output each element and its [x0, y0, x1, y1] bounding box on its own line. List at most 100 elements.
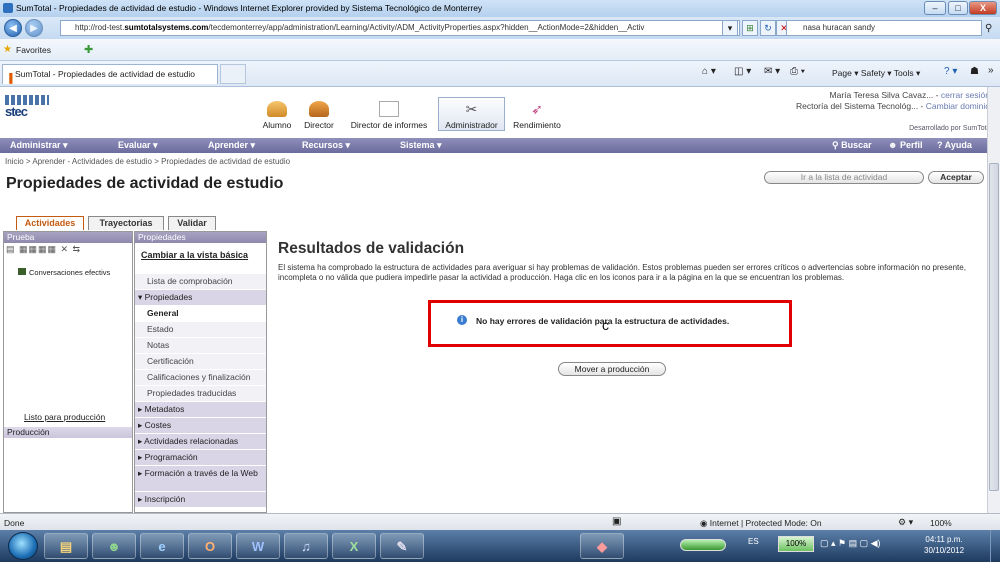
research-icon[interactable]: ☗	[970, 66, 979, 77]
tab-validar[interactable]: Validar	[168, 216, 216, 230]
page-scrollbar[interactable]	[987, 87, 1000, 513]
scrollbar-thumb[interactable]	[989, 163, 999, 491]
close-button[interactable]: X	[969, 1, 997, 15]
new-tab-button[interactable]	[220, 64, 246, 84]
compat-view-icon[interactable]: ⊞	[742, 20, 758, 36]
help-icon[interactable]: ? ▾	[944, 66, 957, 77]
user-info: María Teresa Silva Cavaz... - cerrar ses…	[795, 90, 990, 111]
menu-evaluar[interactable]: Evaluar ▾	[118, 140, 158, 151]
minimize-button[interactable]: –	[924, 1, 946, 15]
explorer-taskbar-icon[interactable]: ▤	[44, 533, 88, 559]
nav-rendimiento[interactable]: ➶ Rendimiento	[508, 101, 566, 130]
url-domain: sumtotalsystems.com	[124, 23, 209, 32]
breadcrumb[interactable]: Inicio > Aprender - Actividades de estud…	[5, 157, 290, 166]
menu-recursos[interactable]: Recursos ▾	[302, 140, 350, 151]
refresh-icon[interactable]: ↻	[760, 20, 776, 36]
ie-taskbar-icon[interactable]: e	[140, 533, 184, 559]
word-taskbar-icon[interactable]: W	[236, 533, 280, 559]
tray-icons[interactable]: ▢ ▴ ⚑ ▤ ▢ ◀)	[820, 538, 881, 549]
org-name: Rectoría del Sistema Tecnológ...	[795, 101, 919, 111]
security-zone[interactable]: ◉ Internet | Protected Mode: On	[700, 518, 822, 529]
nav-director-label: Director	[304, 120, 334, 130]
app-taskbar-icon[interactable]: ◆	[580, 533, 624, 559]
logout-link[interactable]: cerrar sesión	[941, 90, 990, 100]
report-icon	[379, 101, 399, 117]
chevron-more-icon[interactable]: »	[988, 65, 994, 76]
switch-basic-view-link[interactable]: Cambiar a la vista básica	[141, 250, 248, 260]
menu-administrar[interactable]: Administrar ▾	[10, 140, 68, 151]
media-taskbar-icon[interactable]: ♫	[284, 533, 328, 559]
show-desktop-button[interactable]	[990, 530, 1000, 562]
test-header: Prueba	[4, 232, 132, 243]
help-link[interactable]: ? Ayuda	[937, 140, 972, 150]
feeds-icon[interactable]: ◫ ▾	[734, 66, 751, 77]
person-icon: ☻	[888, 140, 898, 150]
go-to-list-button[interactable]: Ir a la lista de actividad	[764, 171, 924, 184]
properties-item[interactable]: Estado	[135, 322, 266, 338]
language-indicator[interactable]: ES	[748, 537, 759, 546]
system-clock[interactable]: 04:11 p.m. 30/10/2012	[924, 534, 964, 556]
command-menus[interactable]: Page ▾ Safety ▾ Tools ▾	[832, 68, 920, 79]
favorites-button[interactable]: Favorites	[16, 45, 51, 55]
search-input[interactable]: nasa huracan sandy	[786, 20, 982, 36]
forward-arrow-icon[interactable]: ▶	[25, 19, 43, 37]
properties-item[interactable]: ▸ Metadatos	[135, 402, 266, 418]
outlook-taskbar-icon[interactable]: O	[188, 533, 232, 559]
nav-alumno[interactable]: Alumno	[258, 101, 296, 130]
protected-mode-icon[interactable]: ⚙ ▾	[898, 517, 913, 528]
properties-item[interactable]: ▸ Actividades relacionadas	[135, 434, 266, 450]
properties-item[interactable]: Propiedades traducidas	[135, 386, 266, 402]
home-icon[interactable]: ⌂ ▾	[702, 66, 716, 77]
director-icon	[309, 101, 329, 117]
menu-aprender[interactable]: Aprender ▾	[208, 140, 255, 151]
battery-indicator[interactable]: 100%	[778, 536, 814, 552]
properties-item[interactable]: ▸ Costes	[135, 418, 266, 434]
tree-item[interactable]: Conversaciones efectivs	[18, 268, 110, 277]
ready-for-production-link[interactable]: Listo para producción	[24, 412, 105, 422]
windows-taskbar: ▤ ☻ e O W ♫ X ✎ ◆ ES 100% ▢ ▴ ⚑ ▤ ▢ ◀) 0…	[0, 530, 1000, 562]
address-input[interactable]: http://rod-test.sumtotalsystems.com/tecd…	[60, 20, 740, 36]
accept-button[interactable]: Aceptar	[928, 171, 984, 184]
nav-admin-label: Administrador	[445, 120, 498, 130]
main-menu-bar: Administrar ▾ Evaluar ▾ Aprender ▾ Recur…	[0, 138, 991, 153]
start-button[interactable]	[8, 532, 38, 560]
change-domain-link[interactable]: Cambiar dominio	[926, 101, 990, 111]
properties-item[interactable]: ▾ Propiedades	[135, 290, 266, 306]
properties-item[interactable]: Calificaciones y finalización	[135, 370, 266, 386]
add-favorite-icon[interactable]: ✚	[84, 43, 93, 56]
back-arrow-icon[interactable]: ◀	[4, 19, 22, 37]
stec-logo: stec	[5, 95, 65, 121]
maximize-button[interactable]: □	[948, 1, 968, 15]
search-link[interactable]: ⚲ Buscar	[832, 140, 872, 151]
properties-item[interactable]: Lista de comprobación	[135, 274, 266, 290]
dropdown-arrow-icon[interactable]: ▾	[722, 20, 738, 36]
nav-administrador[interactable]: ✂ Administrador	[438, 97, 505, 131]
profile-link[interactable]: ☻ Perfil	[888, 140, 923, 150]
properties-item[interactable]: General	[135, 306, 266, 322]
student-icon	[267, 101, 287, 117]
browser-tab[interactable]: ▐ SumTotal - Propiedades de actividad de…	[2, 64, 218, 84]
tree-tool-icons[interactable]: ▤ ▦▦▦▦ ✕ ⇆	[6, 244, 81, 254]
properties-item[interactable]: Notas	[135, 338, 266, 354]
print-icon[interactable]: ⎙ ▾	[790, 66, 805, 77]
move-to-production-button[interactable]: Mover a producción	[558, 362, 666, 376]
info-icon: i	[457, 315, 467, 325]
menu-sistema[interactable]: Sistema ▾	[400, 140, 442, 151]
properties-item[interactable]: ▸ Inscripción	[135, 492, 266, 508]
properties-item[interactable]: ▸ Programación	[135, 450, 266, 466]
excel-taskbar-icon[interactable]: X	[332, 533, 376, 559]
tools-taskbar-icon[interactable]: ✎	[380, 533, 424, 559]
zoom-level[interactable]: 100%	[930, 518, 952, 528]
nav-director-informes[interactable]: Director de informes	[342, 101, 436, 130]
production-header: Producción	[4, 427, 132, 438]
search-icon[interactable]: ⚲	[985, 23, 992, 34]
tab-actividades[interactable]: Actividades	[16, 216, 84, 230]
tab-trayectorias[interactable]: Trayectorias	[88, 216, 164, 230]
results-title: Resultados de validación	[278, 240, 465, 257]
network-meter-icon[interactable]	[680, 539, 726, 551]
nav-director[interactable]: Director	[298, 101, 340, 130]
properties-item[interactable]: Certificación	[135, 354, 266, 370]
people-taskbar-icon[interactable]: ☻	[92, 533, 136, 559]
mail-icon[interactable]: ✉ ▾	[764, 66, 780, 77]
properties-item[interactable]: ▸ Formación a través de la Web	[135, 466, 266, 492]
